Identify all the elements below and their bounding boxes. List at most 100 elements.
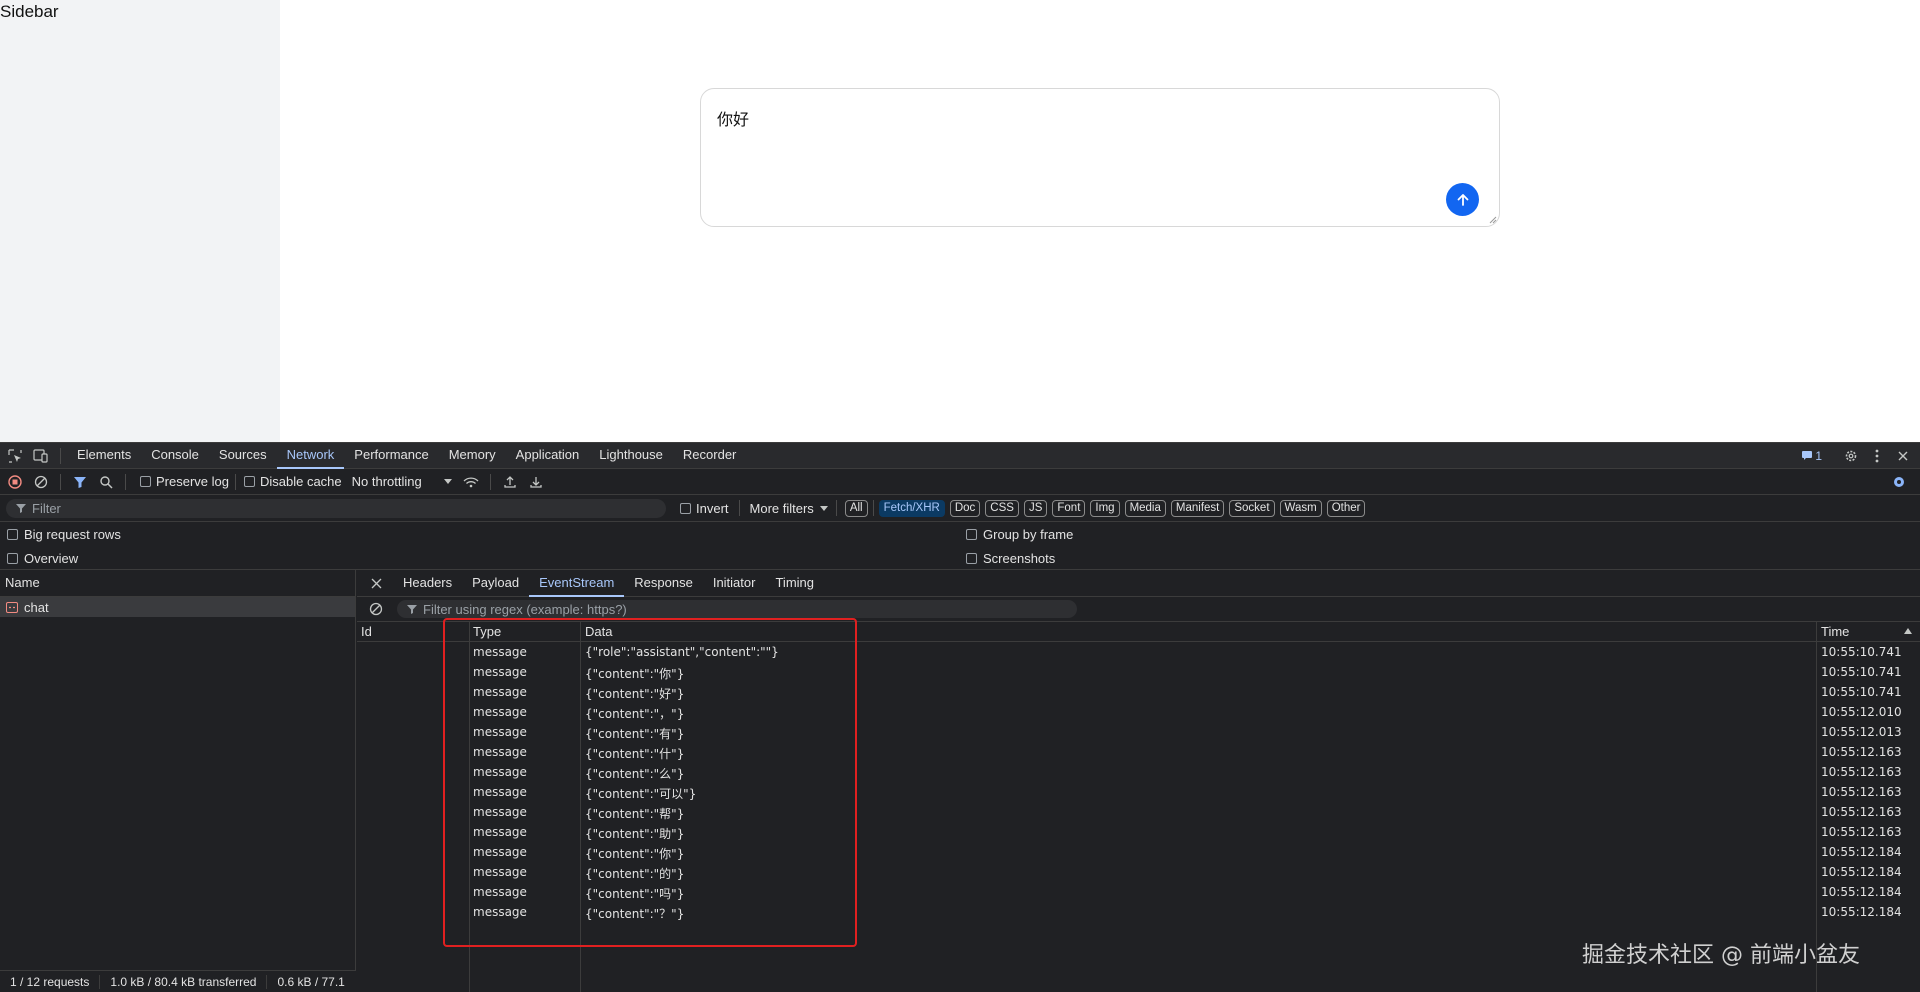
tab-performance[interactable]: Performance (344, 442, 438, 469)
tab-memory[interactable]: Memory (439, 442, 506, 469)
more-filters-dropdown[interactable]: More filters (750, 501, 828, 516)
type-filter-css[interactable]: CSS (985, 499, 1019, 517)
filter-bar: Filter Invert More filters All Fetch/XHR… (0, 495, 1920, 522)
issues-badge[interactable]: 1 (1801, 449, 1822, 463)
event-time-cell: 10:55:12.013 (1821, 725, 1902, 739)
event-time-cell: 10:55:12.163 (1821, 785, 1902, 799)
type-filter-font[interactable]: Font (1052, 499, 1086, 517)
close-devtools-icon[interactable] (1890, 443, 1916, 469)
sort-ascending-icon[interactable] (1904, 628, 1912, 634)
screenshots-checkbox[interactable]: Screenshots (966, 551, 1055, 566)
tab-console[interactable]: Console (141, 442, 209, 469)
event-time-cell: 10:55:10.741 (1821, 645, 1902, 659)
checkbox-box[interactable] (966, 529, 977, 540)
close-detail-icon[interactable] (363, 570, 389, 596)
column-header-id[interactable]: Id (361, 624, 372, 639)
chat-input-text[interactable]: 你好 (717, 106, 749, 130)
tab-elements[interactable]: Elements (67, 442, 141, 469)
divider (60, 447, 61, 464)
tab-timing[interactable]: Timing (765, 570, 824, 597)
event-time-cell: 10:55:12.163 (1821, 765, 1902, 779)
group-by-frame-label: Group by frame (983, 527, 1074, 542)
more-options-icon[interactable] (1864, 443, 1890, 469)
overview-checkbox[interactable]: Overview (7, 551, 78, 566)
big-request-rows-label: Big request rows (24, 527, 121, 542)
import-har-icon[interactable] (497, 469, 523, 495)
event-time-cell: 10:55:12.010 (1821, 705, 1902, 719)
clear-events-icon[interactable] (363, 596, 389, 622)
request-row-chat[interactable]: chat (0, 597, 355, 617)
watermark: 掘金技术社区 @ 前端小盆友 (1582, 943, 1860, 968)
clear-icon[interactable] (28, 469, 54, 495)
tab-eventstream[interactable]: EventStream (529, 570, 625, 597)
resize-grip-icon[interactable] (1489, 216, 1497, 224)
request-name: chat (24, 599, 49, 615)
device-toolbar-icon[interactable] (28, 443, 54, 469)
network-settings-icon[interactable] (1886, 469, 1912, 495)
checkbox-box[interactable] (680, 502, 691, 514)
checkbox-box[interactable] (7, 553, 18, 564)
eventstream-filter-input[interactable]: Filter using regex (example: https?) (397, 600, 1077, 618)
tab-application[interactable]: Application (506, 442, 590, 469)
divider (489, 473, 491, 490)
detail-tabs: Headers Payload EventStream Response Ini… (357, 570, 1920, 597)
checkbox-box[interactable] (966, 553, 977, 564)
network-conditions-icon[interactable] (458, 469, 484, 495)
stop-recording-icon[interactable] (2, 469, 28, 495)
export-har-icon[interactable] (523, 469, 549, 495)
more-filters-label: More filters (749, 500, 814, 516)
preserve-log-label: Preserve log (156, 474, 229, 489)
big-request-rows-checkbox[interactable]: Big request rows (7, 527, 121, 542)
resources-size: 0.6 kB / 77.1 (277, 974, 345, 989)
disable-cache-checkbox[interactable]: Disable cache (243, 474, 342, 489)
type-filter-other[interactable]: Other (1326, 499, 1366, 517)
filter-input[interactable]: Filter (6, 498, 666, 518)
type-filter-doc[interactable]: Doc (949, 499, 981, 517)
event-time-cell: 10:55:12.184 (1821, 905, 1902, 919)
devtools: Elements Console Sources Network Perform… (0, 442, 1920, 992)
app-area: Sidebar 你好 (0, 0, 1920, 442)
invert-checkbox[interactable]: Invert (680, 501, 729, 516)
type-filter-manifest[interactable]: Manifest (1170, 499, 1225, 517)
overview-label: Overview (24, 551, 79, 566)
send-button[interactable] (1446, 183, 1479, 216)
name-column-header[interactable]: Name (0, 570, 355, 597)
filter-placeholder: Filter (32, 500, 61, 516)
checkbox-box[interactable] (7, 529, 18, 540)
event-time-cell: 10:55:12.163 (1821, 745, 1902, 759)
throttling-select[interactable]: No throttling (352, 474, 452, 489)
checkbox-box[interactable] (243, 476, 255, 487)
type-filter-fetch-xhr[interactable]: Fetch/XHR (878, 499, 945, 517)
tab-payload[interactable]: Payload (462, 570, 529, 597)
settings-gear-icon[interactable] (1838, 443, 1864, 469)
event-time-cell: 10:55:10.741 (1821, 685, 1902, 699)
tab-lighthouse[interactable]: Lighthouse (589, 442, 673, 469)
tab-recorder[interactable]: Recorder (673, 442, 746, 469)
column-header-time[interactable]: Time (1821, 624, 1849, 639)
preserve-log-checkbox[interactable]: Preserve log (140, 474, 229, 489)
checkbox-box[interactable] (140, 476, 151, 487)
type-filter-wasm[interactable]: Wasm (1279, 499, 1322, 517)
tab-sources[interactable]: Sources (209, 442, 277, 469)
transferred-size: 1.0 kB / 80.4 kB transferred (100, 974, 268, 989)
inspect-element-icon[interactable] (2, 443, 28, 469)
type-filter-all[interactable]: All (844, 499, 868, 517)
event-time-cell: 10:55:12.163 (1821, 825, 1902, 839)
tab-initiator[interactable]: Initiator (703, 570, 766, 597)
tab-headers[interactable]: Headers (393, 570, 462, 597)
type-filter-js[interactable]: JS (1023, 499, 1048, 517)
event-time-cell: 10:55:10.741 (1821, 665, 1902, 679)
filter-funnel-icon[interactable] (67, 469, 93, 495)
throttling-value: No throttling (351, 474, 422, 489)
tab-network[interactable]: Network (276, 442, 345, 469)
type-filter-img[interactable]: Img (1090, 499, 1120, 517)
network-toolbar: Preserve log Disable cache No throttling (0, 469, 1920, 495)
tab-response[interactable]: Response (624, 570, 703, 597)
sidebar: Sidebar (0, 0, 280, 442)
group-by-frame-checkbox[interactable]: Group by frame (966, 527, 1073, 542)
type-filter-socket[interactable]: Socket (1229, 499, 1275, 517)
event-time-cell: 10:55:12.184 (1821, 865, 1902, 879)
type-filter-media[interactable]: Media (1124, 499, 1166, 517)
search-icon[interactable] (93, 469, 119, 495)
chat-input-box[interactable]: 你好 (700, 88, 1500, 227)
